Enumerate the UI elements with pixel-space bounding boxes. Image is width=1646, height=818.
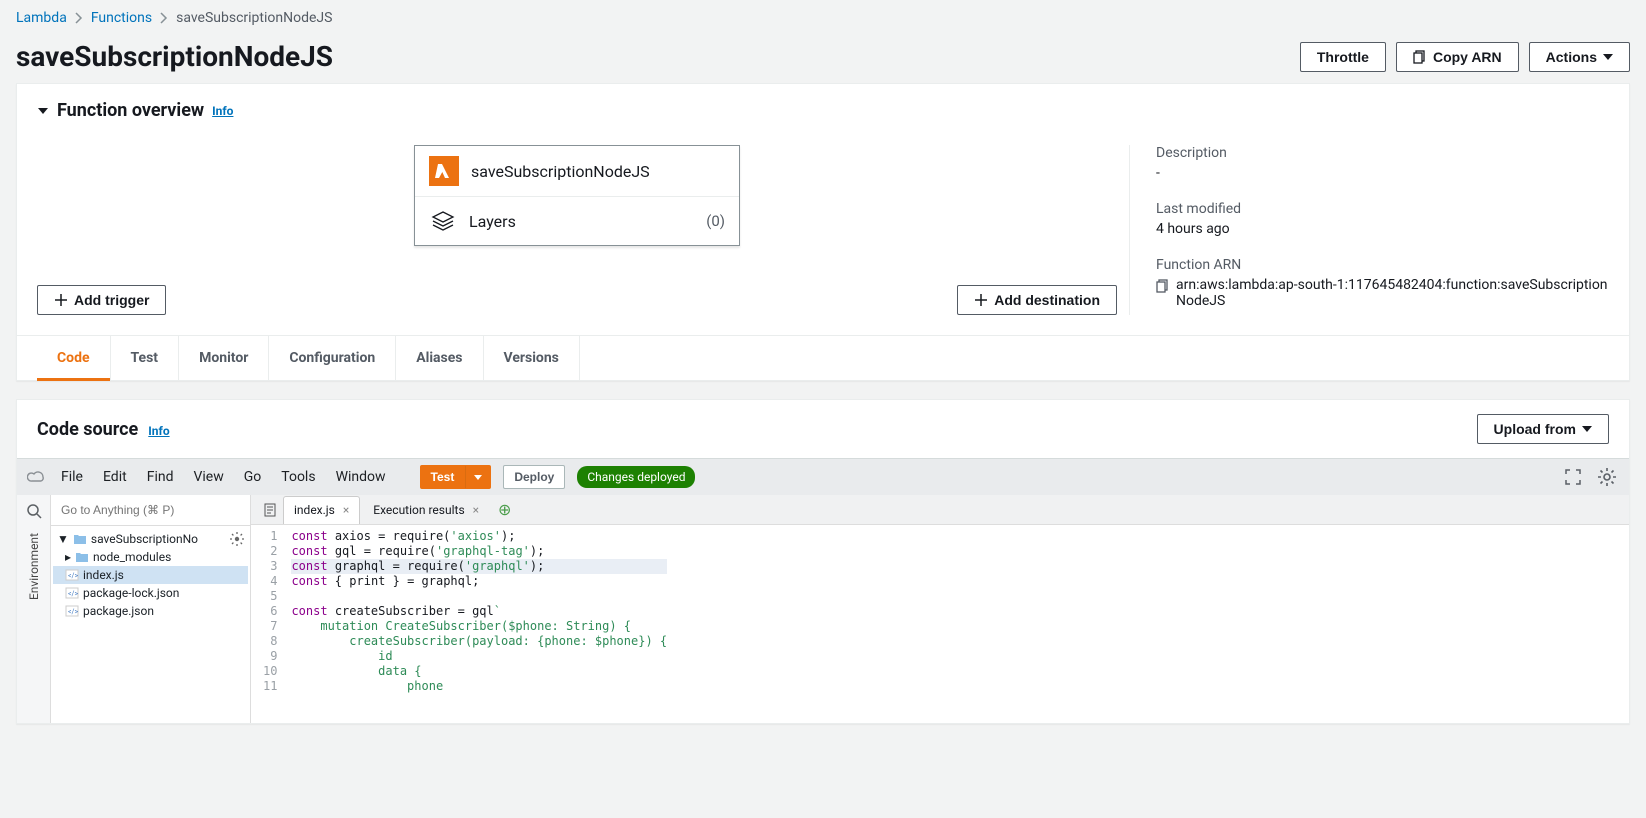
- tree-file-index[interactable]: </> index.js: [53, 566, 248, 584]
- copy-arn-button[interactable]: Copy ARN: [1396, 42, 1519, 72]
- menu-edit[interactable]: Edit: [99, 467, 131, 487]
- add-trigger-label: Add trigger: [74, 292, 149, 308]
- tree-root-folder[interactable]: ▼ saveSubscriptionNo: [53, 530, 248, 548]
- tree-node-modules-label: node_modules: [93, 550, 171, 564]
- actions-button[interactable]: Actions: [1529, 42, 1630, 72]
- code-source-heading: Code source: [37, 419, 138, 440]
- plus-icon: [974, 293, 988, 307]
- editor-tab-index[interactable]: index.js ×: [283, 496, 360, 524]
- add-trigger-button[interactable]: Add trigger: [37, 285, 166, 315]
- throttle-button[interactable]: Throttle: [1300, 42, 1386, 72]
- gear-icon[interactable]: [1595, 465, 1619, 489]
- document-icon[interactable]: [257, 503, 283, 517]
- svg-text:</>: </>: [68, 572, 78, 580]
- editor-toolbar: File Edit Find View Go Tools Window Test…: [17, 458, 1629, 495]
- caret-down-icon: [1603, 54, 1613, 60]
- search-icon[interactable]: [26, 503, 42, 519]
- code-editor[interactable]: 1234567891011 const axios = require('axi…: [251, 525, 1629, 723]
- breadcrumb-lambda[interactable]: Lambda: [16, 10, 67, 26]
- add-destination-label: Add destination: [994, 292, 1100, 308]
- js-file-icon: </>: [65, 605, 79, 617]
- folder-icon: [73, 533, 87, 545]
- caret-down-icon: [1582, 426, 1592, 432]
- menu-tools[interactable]: Tools: [277, 467, 319, 487]
- function-tabs: Code Test Monitor Configuration Aliases …: [17, 335, 1629, 380]
- copy-arn-label: Copy ARN: [1433, 49, 1502, 65]
- tree-file-label: index.js: [83, 568, 124, 582]
- function-card: saveSubscriptionNodeJS Layers (0): [414, 145, 740, 246]
- function-arn-label: Function ARN: [1156, 257, 1609, 273]
- page-title: saveSubscriptionNodeJS: [16, 40, 333, 73]
- collapse-icon[interactable]: [37, 105, 49, 117]
- caret-down-icon: ▼: [57, 532, 69, 546]
- actions-label: Actions: [1546, 49, 1597, 65]
- description-label: Description: [1156, 145, 1609, 161]
- function-overview-heading: Function overview: [57, 100, 204, 121]
- menu-find[interactable]: Find: [143, 467, 178, 487]
- tree-file-package[interactable]: </> package.json: [53, 602, 248, 620]
- tab-versions[interactable]: Versions: [484, 336, 580, 380]
- description-value: -: [1156, 165, 1609, 181]
- test-button[interactable]: Test: [420, 465, 466, 489]
- breadcrumb-current: saveSubscriptionNodeJS: [176, 10, 332, 26]
- menu-file[interactable]: File: [57, 467, 87, 487]
- chevron-right-icon: [75, 12, 83, 24]
- function-arn-value: arn:aws:lambda:ap-south-1:117645482404:f…: [1176, 277, 1609, 309]
- tree-file-label: package-lock.json: [83, 586, 179, 600]
- environment-panel-label[interactable]: Environment: [27, 525, 41, 608]
- cloud9-icon[interactable]: [27, 470, 45, 484]
- test-dropdown[interactable]: [465, 465, 491, 489]
- upload-from-button[interactable]: Upload from: [1477, 414, 1609, 444]
- deploy-status-badge: Changes deployed: [577, 466, 695, 488]
- editor-tab-label: index.js: [294, 503, 335, 517]
- tree-file-label: package.json: [83, 604, 154, 618]
- last-modified-label: Last modified: [1156, 201, 1609, 217]
- function-name-label: saveSubscriptionNodeJS: [471, 162, 725, 181]
- code-source-info-link[interactable]: Info: [148, 424, 169, 438]
- menu-go[interactable]: Go: [240, 467, 266, 487]
- last-modified-value: 4 hours ago: [1156, 221, 1609, 237]
- svg-text:</>: </>: [68, 608, 78, 616]
- tab-code[interactable]: Code: [37, 336, 111, 380]
- layers-row[interactable]: Layers (0): [415, 196, 739, 245]
- caret-right-icon: ▸: [65, 550, 71, 564]
- overview-info-link[interactable]: Info: [212, 104, 233, 118]
- lambda-icon: [429, 156, 459, 186]
- add-destination-button[interactable]: Add destination: [957, 285, 1117, 315]
- editor-tab-execution-results[interactable]: Execution results ×: [362, 496, 490, 524]
- tab-configuration[interactable]: Configuration: [269, 336, 396, 380]
- menu-view[interactable]: View: [189, 467, 227, 487]
- breadcrumb: Lambda Functions saveSubscriptionNodeJS: [16, 10, 1630, 26]
- copy-icon[interactable]: [1156, 277, 1170, 293]
- breadcrumb-functions[interactable]: Functions: [91, 10, 152, 26]
- chevron-right-icon: [160, 12, 168, 24]
- deploy-button[interactable]: Deploy: [503, 465, 565, 489]
- copy-icon: [1413, 50, 1427, 64]
- tab-monitor[interactable]: Monitor: [179, 336, 269, 380]
- layers-count: (0): [706, 212, 725, 230]
- folder-icon: [75, 551, 89, 563]
- js-file-icon: </>: [65, 587, 79, 599]
- add-tab-icon[interactable]: ⊕: [498, 500, 511, 519]
- tree-root-label: saveSubscriptionNo: [91, 532, 198, 546]
- menu-window[interactable]: Window: [332, 467, 390, 487]
- fullscreen-icon[interactable]: [1563, 467, 1583, 487]
- tree-file-package-lock[interactable]: </> package-lock.json: [53, 584, 248, 602]
- js-file-icon: </>: [65, 569, 79, 581]
- close-icon[interactable]: ×: [473, 503, 479, 517]
- svg-text:</>: </>: [68, 590, 78, 598]
- editor-tab-label: Execution results: [373, 503, 464, 517]
- tab-aliases[interactable]: Aliases: [396, 336, 483, 380]
- plus-icon: [54, 293, 68, 307]
- gear-icon[interactable]: [230, 532, 244, 546]
- upload-from-label: Upload from: [1494, 421, 1576, 437]
- layers-icon: [429, 207, 457, 235]
- layers-label: Layers: [469, 212, 694, 231]
- goto-input[interactable]: [57, 499, 244, 521]
- tree-node-modules[interactable]: ▸ node_modules: [53, 548, 248, 566]
- tab-test[interactable]: Test: [111, 336, 180, 380]
- close-icon[interactable]: ×: [343, 503, 349, 517]
